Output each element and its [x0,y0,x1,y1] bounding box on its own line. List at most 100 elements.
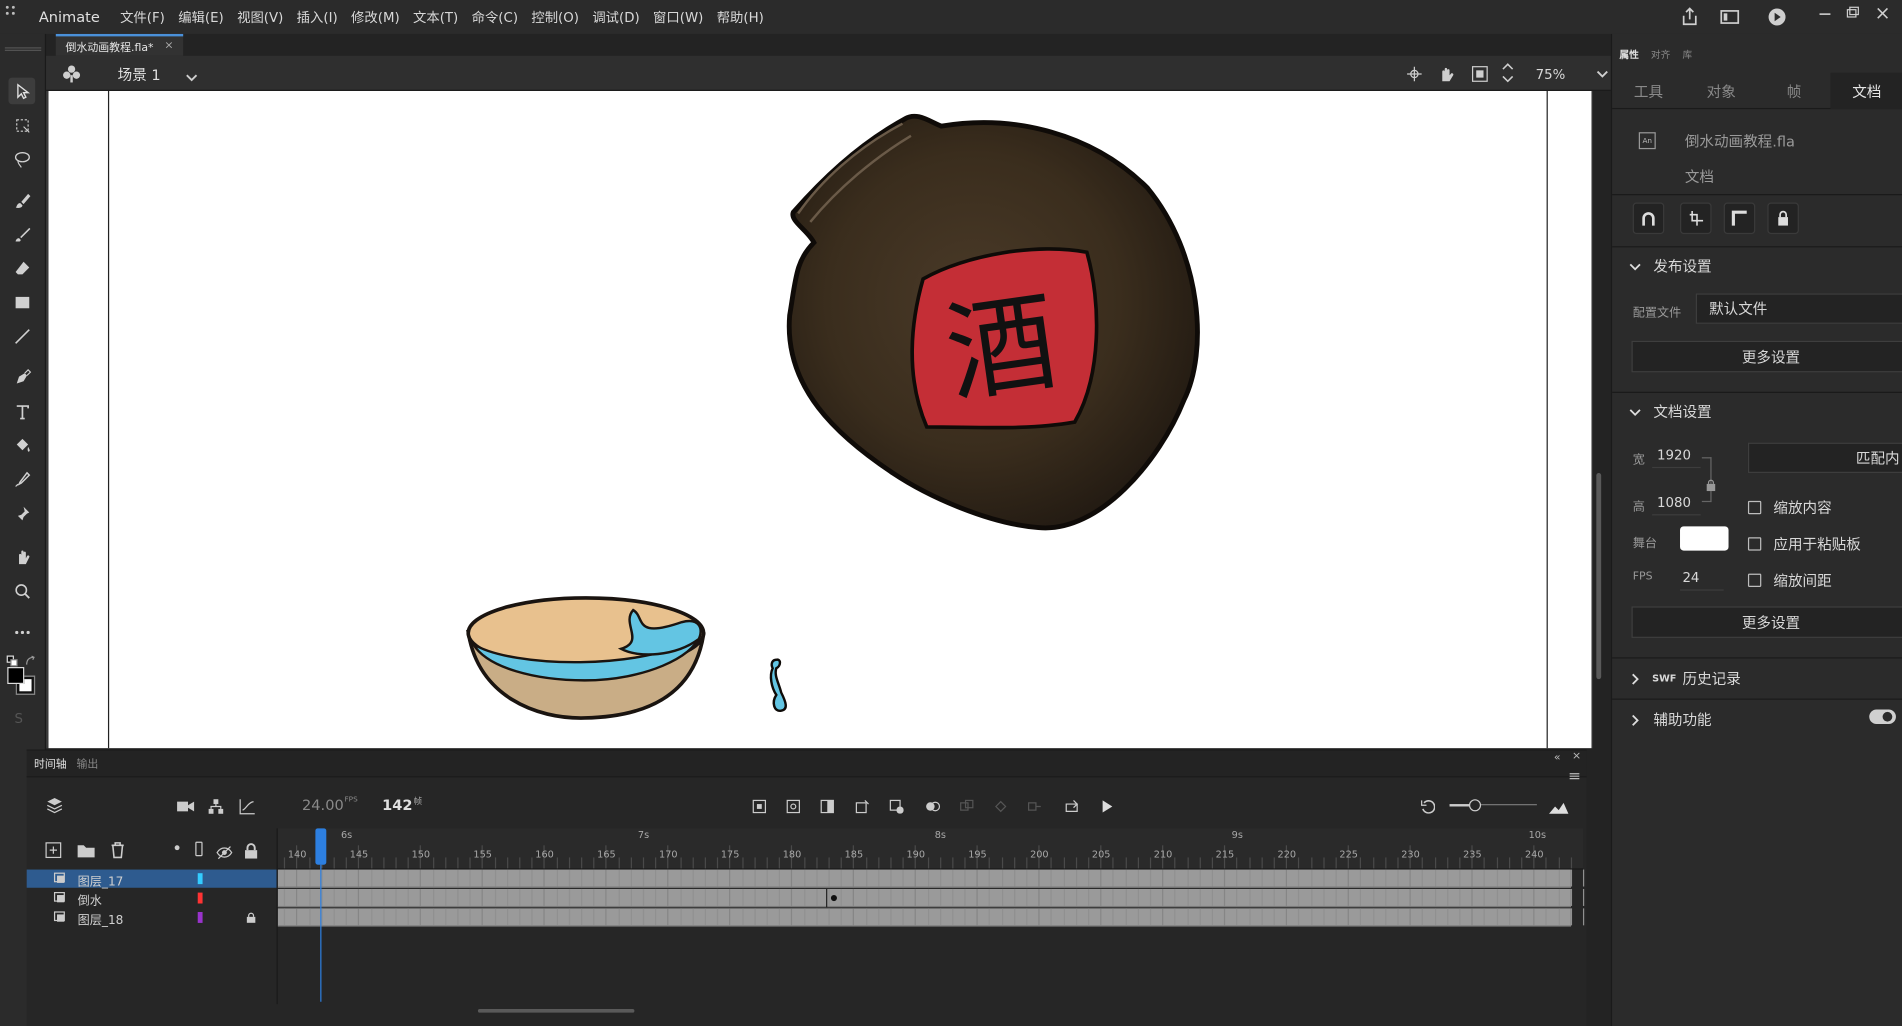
lasso-tool-icon[interactable] [8,146,35,173]
onion-skin-icon[interactable] [924,798,941,815]
layer-row[interactable]: 图层_17 [26,869,277,889]
undo-playhead-icon[interactable] [1419,798,1436,815]
collapse-panel-icon[interactable]: « [1554,752,1561,764]
layer-color-swatch[interactable] [197,892,203,904]
scale-content-option[interactable]: 缩放内容 [1747,497,1832,518]
property-tab[interactable]: 文档 [1830,72,1902,110]
minimize-icon[interactable] [1816,2,1835,17]
paint-brush-tool-icon[interactable] [8,187,35,214]
layers-icon[interactable] [45,796,64,815]
menu-item[interactable]: 命令(C) [472,7,518,26]
layer-name[interactable]: 倒水 [78,890,102,908]
scale-spacing-checkbox[interactable] [1747,573,1762,587]
layer-parenting-icon[interactable] [207,797,224,814]
layer-color-swatch[interactable] [197,912,203,923]
layout-icon[interactable] [1719,6,1741,28]
sync-symbols-icon[interactable] [992,798,1009,815]
property-tab[interactable]: 帧 [1758,73,1831,109]
create-tween-icon[interactable] [1026,798,1043,815]
accessibility-header[interactable]: 辅助功能 [1629,709,1712,730]
width-input[interactable]: 1920 [1652,441,1701,469]
layer-color-swatch[interactable] [197,873,203,885]
new-layer-icon[interactable] [45,840,62,859]
menu-item[interactable]: 控制(O) [531,7,579,26]
layer-lock-icon[interactable] [246,912,256,923]
insert-keyframe-icon[interactable] [751,798,768,815]
edit-multiple-frames-icon[interactable] [958,798,975,815]
fps-display[interactable]: 24.00 [302,797,344,814]
lock-all-icon[interactable] [244,840,259,859]
zoom-tool-icon[interactable] [8,577,35,604]
scale-content-checkbox[interactable] [1747,500,1762,515]
camera-frame-icon[interactable] [854,798,871,815]
share-icon[interactable] [1679,6,1701,28]
new-folder-icon[interactable] [76,840,95,858]
publish-more-settings-button[interactable]: 更多设置 [1631,340,1902,373]
rectangle-tool-icon[interactable] [8,289,35,316]
paint-bucket-tool-icon[interactable] [8,432,35,459]
graph-editor-icon[interactable] [239,797,256,815]
water-drop-graphic[interactable] [767,656,796,714]
edit-symbols-icon[interactable] [61,63,83,85]
free-transform-tool-icon[interactable] [8,112,35,139]
document-more-settings-button[interactable]: 更多设置 [1631,606,1902,638]
menu-item[interactable]: 帮助(H) [717,7,764,26]
selection-tool-icon[interactable] [8,77,36,105]
timeline-tab[interactable]: 时间轴 [34,756,67,771]
restore-icon[interactable] [1844,2,1863,18]
more-tools-icon[interactable] [8,619,35,646]
menu-item[interactable]: 调试(D) [592,7,639,26]
property-tab[interactable]: 对象 [1685,73,1758,109]
playhead[interactable] [315,828,328,1002]
scene-dropdown-chevron-down-icon[interactable] [184,67,199,82]
accessibility-toggle[interactable] [1869,709,1896,725]
document-settings-header[interactable]: 文档设置 [1629,401,1712,422]
stage-area[interactable]: 酒 [46,90,1593,749]
show-outlines-icon[interactable] [195,841,203,857]
layer-name[interactable]: 图层_17 [78,871,124,889]
stage-color-swatch[interactable] [1680,526,1729,551]
panel-group-tab[interactable]: 库 [1682,49,1692,62]
match-contents-button[interactable]: 匹配内 [1747,442,1902,473]
close-panel-icon[interactable]: × [1572,751,1581,763]
rotate-stage-hand-icon[interactable] [1437,64,1456,82]
menu-item[interactable]: 视图(V) [237,7,283,26]
fit-stage-arrows-icon[interactable] [1500,62,1515,84]
layer-row[interactable]: 倒水 [27,889,277,908]
document-tab-close-icon[interactable]: × [164,40,173,52]
transform-origin-icon[interactable] [1680,202,1712,235]
insert-blank-keyframe-icon[interactable] [785,798,802,815]
current-frame-display[interactable]: 142 [382,797,412,814]
menu-item[interactable]: 插入(I) [297,7,338,26]
default-colors-icon[interactable] [6,649,18,667]
scale-spacing-option[interactable]: 缩放间距 [1747,570,1832,591]
profile-dropdown[interactable]: 默认文件 [1695,293,1902,324]
snap-icon[interactable]: S [15,711,23,727]
clip-content-icon[interactable] [1471,64,1488,82]
document-tab[interactable]: 倒水动画教程.fla* × [55,33,184,56]
hand-tool-icon[interactable] [8,543,35,570]
eyedropper-tool-icon[interactable] [8,466,35,493]
layer-row[interactable]: 图层_18 [27,908,277,928]
workspace-switcher-icon[interactable] [2,2,29,29]
menu-item[interactable]: 文件(F) [120,7,165,26]
bowl-graphic[interactable] [463,593,708,722]
panel-group-tab[interactable]: 属性 [1619,49,1638,62]
publish-settings-header[interactable]: 发布设置 [1629,256,1712,277]
frame-ruler[interactable]: 140 145 150 155 160 165 170 175 180 185 190 195 200 2… [277,828,1583,870]
wine-jar-graphic[interactable]: 酒 [784,109,1209,533]
panel-group-tab[interactable]: 对齐 [1651,49,1670,62]
brush-tool-icon[interactable] [8,221,35,248]
swf-history-header[interactable]: SWF 历史记录 [1629,668,1741,689]
keyframe-dot[interactable] [830,895,837,902]
layer-frames-track[interactable] [277,908,1585,927]
lock-icon[interactable] [1767,202,1799,235]
apply-pasteboard-checkbox[interactable] [1747,537,1762,551]
constrain-lock-icon[interactable] [1705,473,1716,492]
eraser-tool-icon[interactable] [8,255,35,282]
layer-frames-track[interactable] [277,888,1585,908]
toolbar-grip[interactable] [4,47,42,51]
layer-name[interactable]: 图层_18 [78,910,124,927]
swap-colors-icon[interactable] [24,649,36,665]
text-tool-icon[interactable] [8,398,35,425]
